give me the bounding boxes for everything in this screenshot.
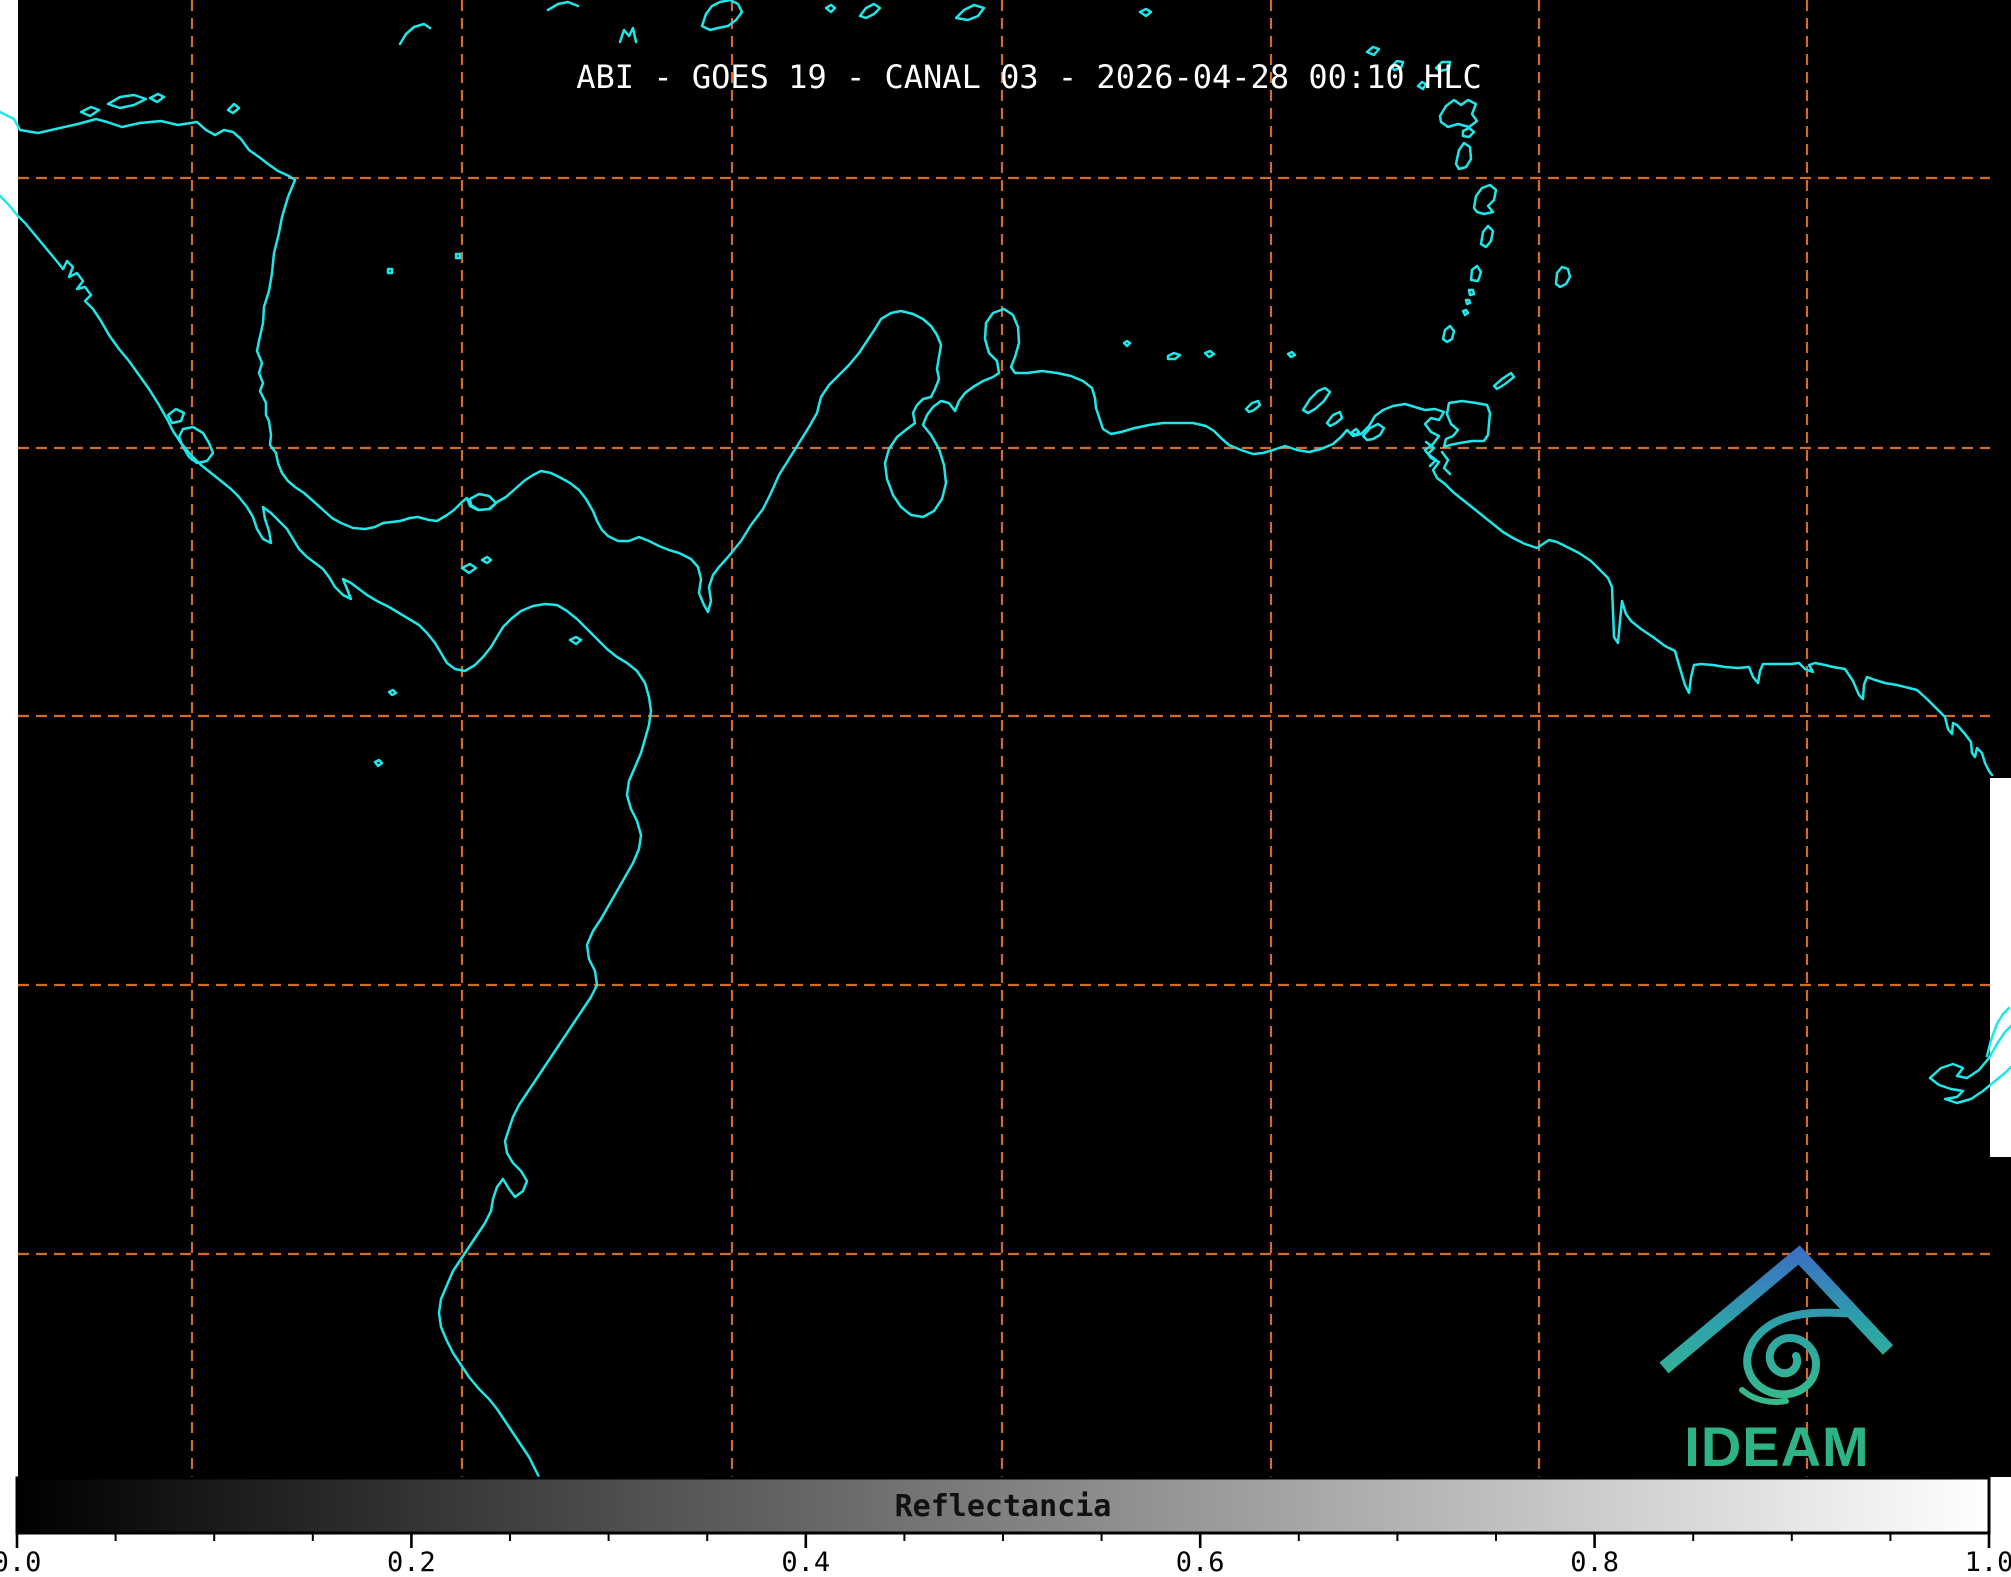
colorbar-tick-label: 0.2 <box>387 1547 436 1577</box>
colorbar-tick-label: 0.6 <box>1176 1547 1225 1577</box>
colorbar-tick-label: 0.0 <box>0 1547 41 1577</box>
colorbar-tick-label: 0.8 <box>1570 1547 1619 1577</box>
no-data-strip-right <box>1990 778 2011 1157</box>
map-background <box>0 0 2011 1477</box>
colorbar-tick-label: 1.0 <box>1965 1547 2011 1577</box>
satellite-figure: ABI - GOES 19 - CANAL 03 - 2026-04-28 00… <box>0 0 2011 1577</box>
no-data-strip-left <box>0 0 18 1477</box>
logo-wordmark: IDEAM <box>1684 1415 1869 1478</box>
colorbar-tick-labels: 0.0 0.2 0.4 0.6 0.8 1.0 <box>0 1547 2011 1577</box>
colorbar-tick-label: 0.4 <box>781 1547 830 1577</box>
map-svg: ABI - GOES 19 - CANAL 03 - 2026-04-28 00… <box>0 0 2011 1577</box>
image-title: ABI - GOES 19 - CANAL 03 - 2026-04-28 00… <box>576 58 1481 96</box>
colorbar: 0.0 0.2 0.4 0.6 0.8 1.0 Reflectancia <box>0 1476 2011 1577</box>
colorbar-title: Reflectancia <box>895 1489 1112 1524</box>
colorbar-ticks <box>15 1533 1991 1548</box>
